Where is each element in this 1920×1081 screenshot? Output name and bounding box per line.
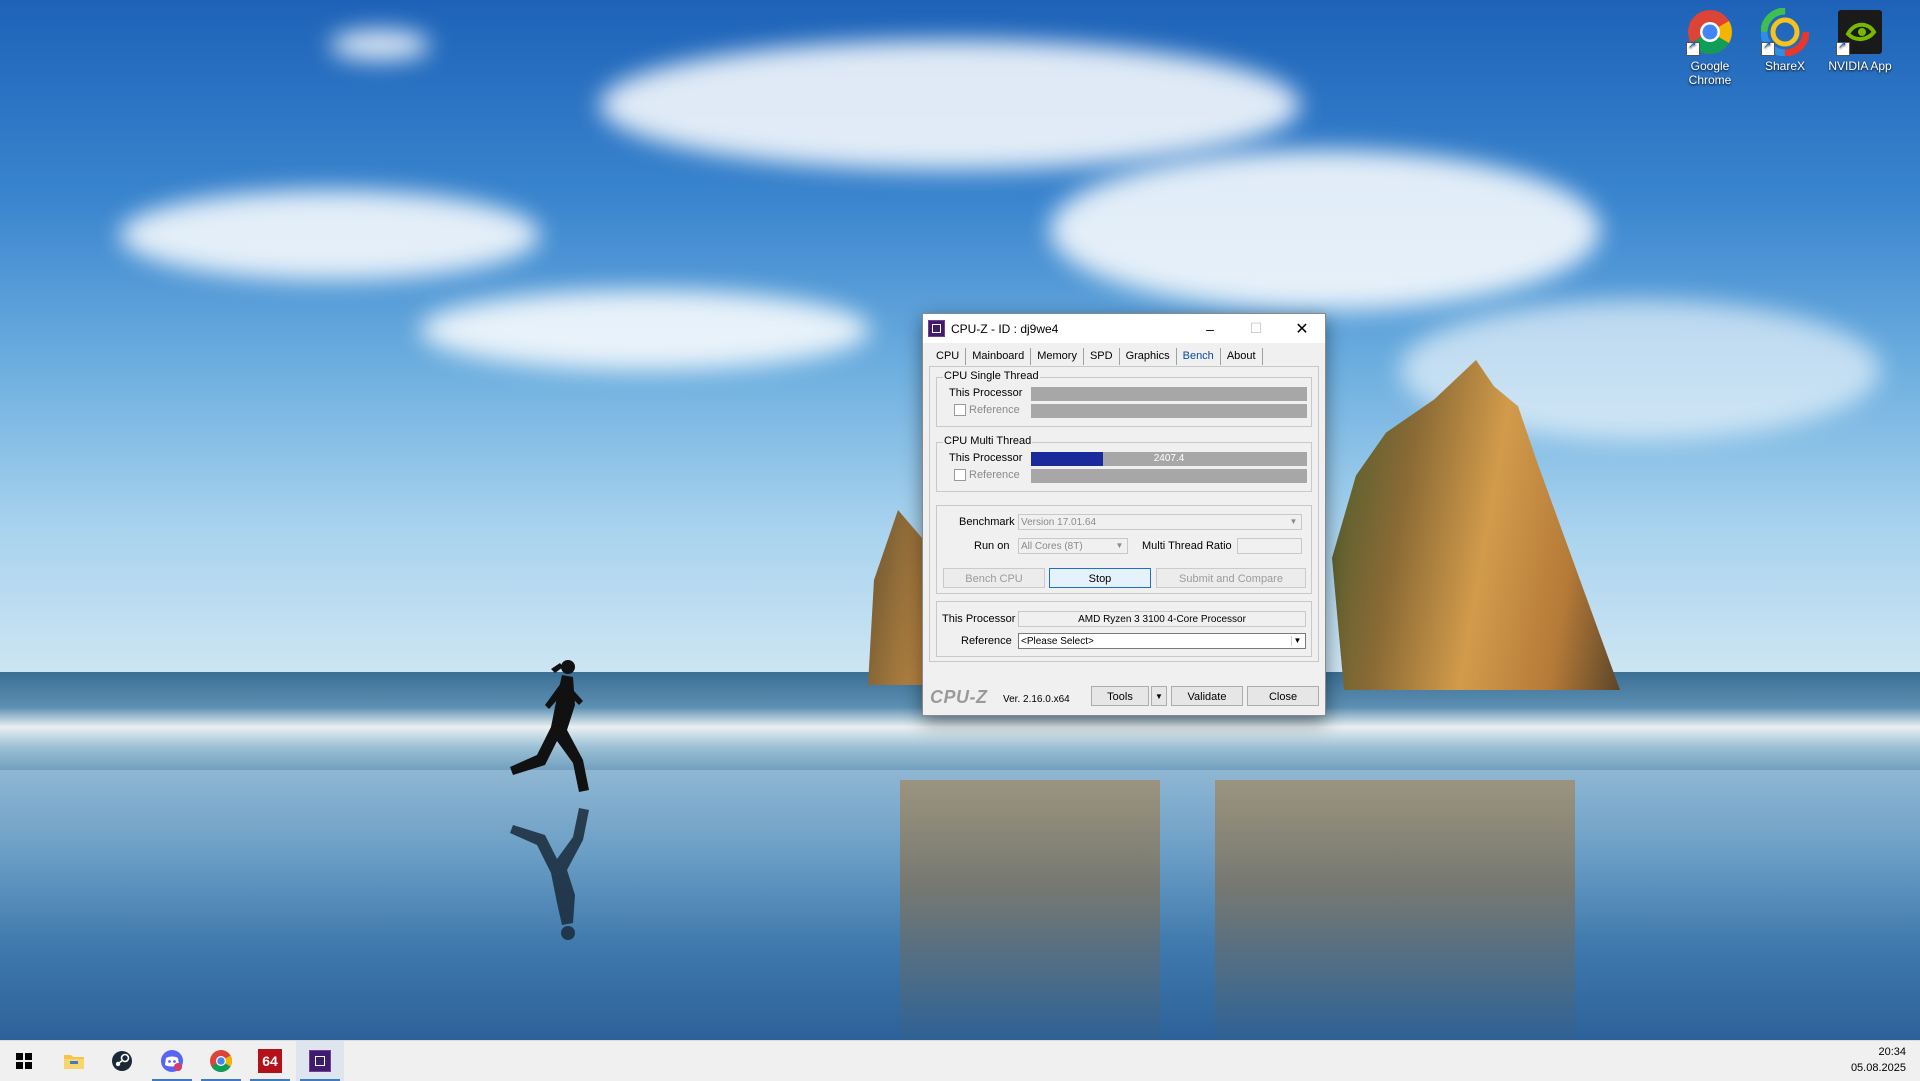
windows-start-button[interactable] [0, 1041, 48, 1081]
multi-reference-checkbox[interactable] [954, 469, 966, 481]
multi-this-processor-bar: 2407.4 [1031, 452, 1307, 466]
processor-reference-group: This Processor AMD Ryzen 3 3100 4-Core P… [936, 601, 1312, 657]
run-on-value: All Cores (8T) [1021, 541, 1083, 552]
wallpaper-cloud [330, 30, 430, 60]
file-explorer-icon [64, 1055, 84, 1069]
clock-time: 20:34 [1878, 1046, 1906, 1058]
benchmark-version-select[interactable]: Version 17.01.64 ▼ [1018, 514, 1302, 530]
cpuz-logo: CPU-Z [930, 687, 988, 707]
benchmark-settings-group: Benchmark Version 17.01.64 ▼ Run on All … [936, 505, 1312, 594]
taskbar-discord[interactable] [148, 1041, 196, 1081]
cpuz-app-icon [928, 320, 945, 337]
desktop-icon-label: NVIDIA App [1828, 59, 1892, 73]
chevron-down-icon: ▼ [1289, 517, 1298, 526]
multi-reference-bar [1031, 469, 1307, 483]
single-this-processor-bar [1031, 387, 1307, 401]
runner-reflection [510, 808, 589, 940]
single-reference-bar [1031, 404, 1307, 418]
multi-reference-label: Reference [969, 469, 1020, 481]
tab-about[interactable]: About [1221, 348, 1263, 365]
tab-memory[interactable]: Memory [1031, 348, 1084, 365]
sharex-icon [1760, 7, 1810, 57]
taskbar-cpuz[interactable] [296, 1041, 344, 1081]
benchmark-version-value: Version 17.01.64 [1021, 517, 1097, 528]
reference-select[interactable]: <Please Select> ▼ [1018, 633, 1306, 649]
taskbar-file-explorer[interactable] [50, 1041, 98, 1081]
tab-mainboard[interactable]: Mainboard [966, 348, 1032, 365]
wallpaper-reflection [1215, 780, 1575, 1040]
multi-thread-legend: CPU Multi Thread [943, 435, 1033, 447]
single-thread-group: CPU Single Thread This Processor Referen… [936, 370, 1312, 427]
close-button[interactable]: Close [1247, 686, 1319, 706]
tools-button[interactable]: Tools [1091, 686, 1149, 706]
discord-icon [161, 1050, 183, 1072]
desktop-icon-nvidia[interactable]: NVIDIA App [1825, 8, 1895, 73]
window-footer: CPU-Z Ver. 2.16.0.x64 Tools ▼ Validate C… [923, 684, 1325, 714]
submit-and-compare-button[interactable]: Submit and Compare [1156, 568, 1306, 588]
taskbar-chrome[interactable] [197, 1041, 245, 1081]
system-clock[interactable]: 20:34 05.08.2025 [1851, 1044, 1906, 1076]
run-on-label: Run on [974, 540, 1010, 552]
close-window-button[interactable]: ✕ [1279, 314, 1325, 343]
version-label: Ver. 2.16.0.x64 [1003, 694, 1070, 705]
multi-thread-ratio-label: Multi Thread Ratio [1142, 540, 1232, 552]
window-titlebar[interactable]: CPU-Z - ID : dj9we4 – ☐ ✕ [923, 314, 1325, 343]
multi-thread-ratio-field [1237, 538, 1302, 554]
single-this-processor-label: This Processor [949, 387, 1023, 399]
tab-graphics[interactable]: Graphics [1120, 348, 1177, 365]
bench-cpu-button[interactable]: Bench CPU [943, 568, 1045, 588]
bench-tab-panel: CPU Single Thread This Processor Referen… [929, 366, 1319, 662]
cpuz-window: CPU-Z - ID : dj9we4 – ☐ ✕ CPU Mainboard … [922, 313, 1326, 716]
windows-start-icon [16, 1053, 32, 1069]
reference-label: Reference [961, 635, 1012, 647]
this-processor-name: AMD Ryzen 3 3100 4-Core Processor [1018, 611, 1306, 627]
wallpaper-cloud [420, 290, 870, 370]
cpuz-icon [309, 1050, 331, 1072]
multi-this-processor-score: 2407.4 [1153, 453, 1185, 464]
reference-select-value: <Please Select> [1021, 636, 1094, 647]
desktop-icon-chrome[interactable]: Google Chrome [1675, 8, 1745, 87]
tab-spd[interactable]: SPD [1084, 348, 1120, 365]
desktop-icon-sharex[interactable]: ShareX [1750, 7, 1820, 73]
chevron-down-icon: ▼ [1291, 636, 1303, 646]
runner-silhouette [510, 660, 589, 792]
validate-button[interactable]: Validate [1171, 686, 1243, 706]
stop-button[interactable]: Stop [1049, 568, 1151, 588]
wallpaper-reflection [900, 780, 1160, 1040]
aida64-icon: 64 [258, 1049, 282, 1073]
tab-bench[interactable]: Bench [1176, 348, 1221, 365]
wallpaper-cloud [1050, 150, 1600, 310]
single-thread-legend: CPU Single Thread [943, 370, 1040, 382]
desktop-icon-label: ShareX [1764, 59, 1806, 73]
steam-icon [112, 1051, 132, 1071]
tab-cpu[interactable]: CPU [930, 348, 967, 365]
maximize-button[interactable]: ☐ [1233, 314, 1279, 343]
taskbar: 64 20:34 05.08.2025 [0, 1040, 1920, 1081]
tab-strip: CPU Mainboard Memory SPD Graphics Bench … [930, 348, 1263, 366]
taskbar-aida64[interactable]: 64 [246, 1041, 294, 1081]
wallpaper-cloud [600, 40, 1300, 170]
aida64-icon-label: 64 [262, 1053, 278, 1069]
single-reference-checkbox[interactable] [954, 404, 966, 416]
window-title: CPU-Z - ID : dj9we4 [951, 321, 1059, 336]
multi-this-processor-label: This Processor [949, 452, 1023, 464]
single-reference-label: Reference [969, 404, 1020, 416]
taskbar-steam[interactable] [98, 1041, 146, 1081]
this-processor-label: This Processor [942, 613, 1016, 625]
chevron-down-icon: ▼ [1115, 541, 1124, 550]
clock-date: 05.08.2025 [1850, 1062, 1906, 1074]
wallpaper-cloud [120, 190, 540, 280]
benchmark-label: Benchmark [959, 516, 1015, 528]
minimize-button[interactable]: – [1187, 314, 1233, 343]
run-on-select[interactable]: All Cores (8T) ▼ [1018, 538, 1128, 554]
chevron-down-icon: ▼ [1155, 692, 1163, 701]
chrome-icon [210, 1050, 232, 1072]
tools-dropdown-button[interactable]: ▼ [1151, 686, 1167, 706]
nvidia-icon [1836, 8, 1884, 56]
desktop-icon-label: Google Chrome [1688, 59, 1732, 87]
chrome-icon [1686, 8, 1734, 56]
multi-thread-group: CPU Multi Thread This Processor 2407.4 R… [936, 435, 1312, 492]
